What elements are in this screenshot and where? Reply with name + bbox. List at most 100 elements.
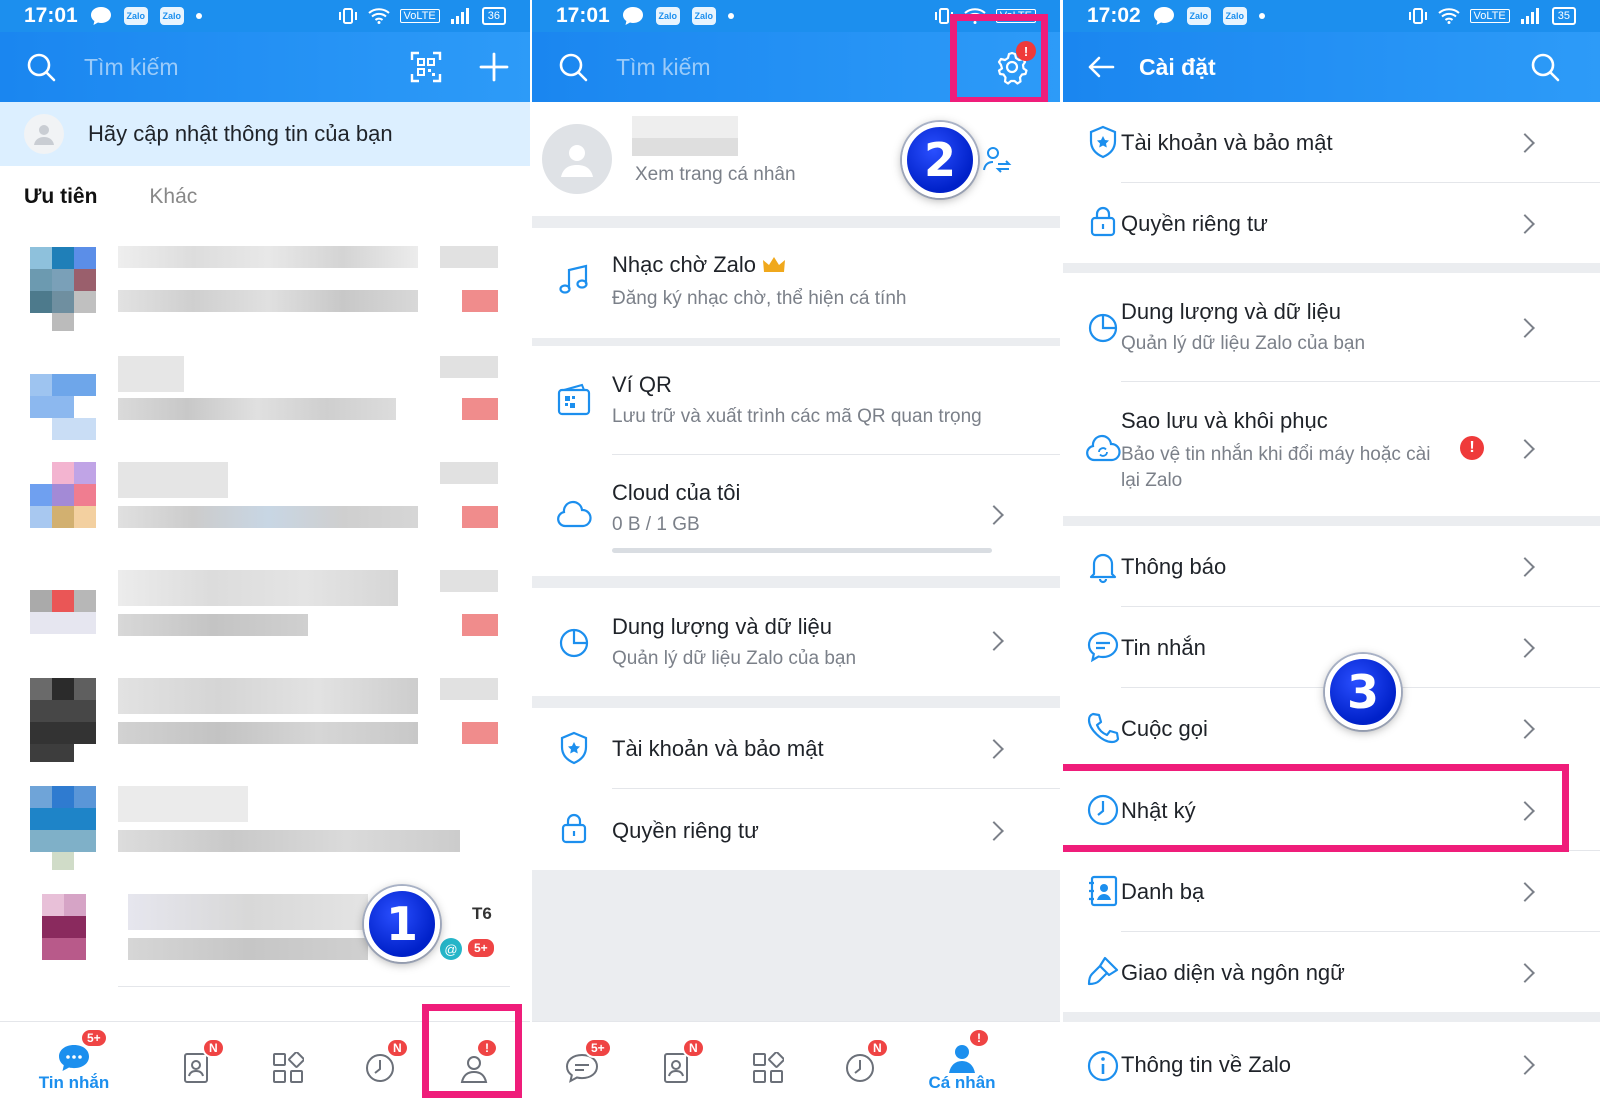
item-subtitle: Lưu trữ và xuất trình các mã QR quan trọ… (612, 406, 982, 427)
divider (118, 986, 510, 987)
chevron-right-icon (1515, 719, 1535, 739)
my-cloud-item[interactable]: Cloud của tôi 0 B / 1 GB (532, 456, 1060, 576)
nav-timeline[interactable]: N (330, 1022, 430, 1113)
plus-icon[interactable] (478, 51, 510, 83)
settings-item-notifications[interactable]: Thông báo (1063, 526, 1600, 606)
list-item[interactable] (0, 232, 530, 340)
chat-notification-icon (1153, 7, 1174, 25)
nav-discover[interactable] (718, 1022, 818, 1113)
mention-icon: @ (440, 938, 462, 960)
chevron-right-icon (1515, 1055, 1535, 1075)
search-icon[interactable] (558, 52, 588, 82)
settings-item-theme-language[interactable]: Giao diện và ngôn ngữ (1063, 932, 1600, 1012)
section-gap (1063, 263, 1600, 273)
search-input[interactable]: Tìm kiếm (84, 54, 179, 81)
settings-item-storage[interactable]: Dung lượng và dữ liệu Quản lý dữ liệu Za… (1063, 273, 1600, 381)
account-security-item[interactable]: Tài khoản và bảo mật (532, 708, 1060, 788)
music-note-icon (559, 264, 588, 294)
item-title: Quyền riêng tư (1121, 211, 1268, 236)
switch-account-icon[interactable] (982, 144, 1012, 174)
brush-icon (1087, 956, 1119, 986)
list-item[interactable]: T6 5+ @ (0, 882, 530, 990)
avatar-placeholder-icon (24, 114, 64, 154)
step-marker-3: 3 (1325, 654, 1401, 730)
pie-chart-icon (1088, 313, 1118, 343)
nav-timeline[interactable]: N (810, 1022, 910, 1113)
item-title: Thông tin về Zalo (1121, 1052, 1291, 1077)
nav-contacts[interactable]: N (626, 1022, 726, 1113)
list-item[interactable] (0, 774, 530, 882)
item-subtitle: 0 B / 1 GB (612, 514, 700, 535)
nav-profile[interactable]: Cá nhân ! (912, 1022, 1012, 1113)
nav-messages[interactable]: 5+ (532, 1022, 632, 1113)
list-item[interactable] (0, 342, 530, 450)
search-icon[interactable] (26, 52, 56, 82)
back-arrow-icon[interactable] (1087, 55, 1115, 79)
nav-timeline-badge: N (866, 1038, 889, 1058)
apps-grid-icon (753, 1052, 784, 1083)
zalo-notification-icon: Zalo (1186, 7, 1211, 25)
update-banner-text: Hãy cập nhật thông tin của bạn (88, 121, 393, 146)
page-title: Cài đặt (1139, 53, 1216, 80)
nav-profile-badge: ! (968, 1028, 990, 1048)
phone-icon (1087, 712, 1120, 744)
settings-header: Cài đặt (1063, 32, 1600, 102)
item-subtitle: Bảo vệ tin nhắn khi đổi máy hoặc cài lại… (1121, 444, 1431, 491)
view-profile-link[interactable]: Xem trang cá nhân (635, 164, 796, 186)
info-icon (1087, 1050, 1119, 1082)
settings-item-account-security[interactable]: Tài khoản và bảo mật (1063, 102, 1600, 182)
chevron-right-icon (1515, 214, 1535, 234)
cloud-icon (557, 500, 592, 528)
cloud-sync-icon (1086, 434, 1121, 462)
volte-icon: VoLTE (1469, 9, 1510, 23)
search-input[interactable]: Tìm kiếm (616, 54, 711, 81)
nav-discover[interactable] (238, 1022, 338, 1113)
item-subtitle: Quản lý dữ liệu Zalo của bạn (1121, 333, 1366, 354)
avatar (542, 124, 612, 194)
more-notifications-dot (195, 13, 202, 19)
list-item[interactable] (0, 558, 530, 666)
nav-contacts-badge: N (682, 1038, 705, 1058)
item-title: Tin nhắn (1121, 635, 1206, 660)
nav-messages[interactable]: Tin nhắn 5+ (24, 1022, 124, 1113)
bell-icon (1089, 553, 1117, 584)
tab-other[interactable]: Khác (149, 185, 197, 209)
signal-icon (1520, 8, 1539, 24)
battery-icon: 35 (1551, 7, 1576, 25)
chat-bubble-icon (1087, 631, 1119, 663)
search-icon[interactable] (1530, 52, 1560, 82)
contacts-book-icon (1089, 875, 1118, 907)
list-item[interactable] (0, 666, 530, 774)
list-item[interactable] (0, 450, 530, 558)
more-notifications-dot (1258, 13, 1265, 19)
item-title: Cuộc gọi (1121, 716, 1208, 741)
privacy-item[interactable]: Quyền riêng tư (532, 790, 1060, 870)
profile-card[interactable]: Xem trang cá nhân (532, 102, 1060, 216)
settings-item-privacy[interactable]: Quyền riêng tư (1063, 183, 1600, 263)
chat-notification-icon (90, 7, 111, 25)
section-gap (1063, 516, 1600, 526)
chevron-right-icon (1515, 318, 1535, 338)
battery-icon: 36 (481, 7, 506, 25)
item-title: Thông báo (1121, 554, 1227, 579)
settings-item-contacts[interactable]: Danh bạ (1063, 851, 1600, 931)
ringback-music-item[interactable]: Nhạc chờ Zalo Đăng ký nhạc chờ, thể hiện… (532, 228, 1060, 338)
nav-contacts-badge: N (202, 1038, 225, 1058)
item-title: Ví QR (612, 372, 672, 397)
qr-wallet-item[interactable]: Ví QR Lưu trữ và xuất trình các mã QR qu… (532, 346, 1060, 456)
settings-item-backup-restore[interactable]: Sao lưu và khôi phục Bảo vệ tin nhắn khi… (1063, 382, 1600, 516)
chevron-right-icon (1515, 557, 1535, 577)
item-title: Dung lượng và dữ liệu (1121, 299, 1341, 324)
storage-data-item[interactable]: Dung lượng và dữ liệu Quản lý dữ liệu Za… (532, 588, 1060, 696)
item-title: Giao diện và ngôn ngữ (1121, 960, 1345, 985)
chat-tabs: Ưu tiên Khác (0, 170, 530, 224)
pie-chart-icon (559, 628, 589, 658)
qr-scan-icon[interactable] (410, 51, 442, 83)
nav-contacts[interactable]: N (146, 1022, 246, 1113)
update-profile-banner[interactable]: Hãy cập nhật thông tin của bạn (0, 102, 530, 166)
settings-item-about[interactable]: Thông tin về Zalo (1063, 1022, 1600, 1113)
item-subtitle: Đăng ký nhạc chờ, thể hiện cá tính (612, 288, 907, 309)
divider (612, 788, 1060, 789)
chevron-right-icon (1515, 963, 1535, 983)
tab-priority[interactable]: Ưu tiên (24, 185, 97, 209)
